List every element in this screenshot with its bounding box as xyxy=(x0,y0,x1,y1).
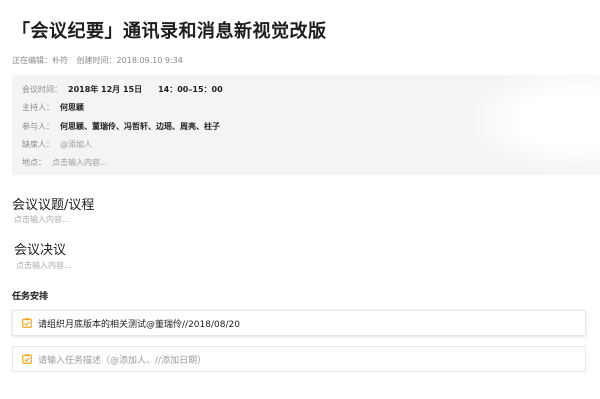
meeting-time-label: 会议时间： xyxy=(22,85,62,94)
agenda-input[interactable]: 点击输入内容... xyxy=(14,214,70,225)
absent-label: 缺席人： xyxy=(22,140,54,149)
resolution-input[interactable]: 点击输入内容... xyxy=(16,260,72,271)
host-label: 主持人： xyxy=(22,103,54,112)
participants-value[interactable]: 何思颖、董瑞伶、冯哲轩、边瑶、周亮、柱子 xyxy=(60,121,220,132)
meeting-time-value[interactable]: 2018年 12月 15日 14：00–15：00 xyxy=(68,84,223,95)
task-text[interactable]: 请组织月底版本的相关测试@董瑞伶//2018/08/20 xyxy=(38,317,240,330)
task-checkbox-icon xyxy=(22,354,32,364)
location-input[interactable]: 点击输入内容... xyxy=(52,157,108,168)
document-title[interactable]: 「会议纪要」通讯录和消息新视觉改版 xyxy=(12,17,327,43)
meeting-info-panel: 会议时间： 2018年 12月 15日 14：00–15：00 主持人： 何思颖 … xyxy=(12,75,600,175)
host-row[interactable]: 主持人： 何思颖 xyxy=(22,102,84,113)
participants-label: 参与人： xyxy=(22,122,54,131)
created-time: 创建时间：2018.09.10 9:34 xyxy=(76,56,183,65)
new-task-placeholder: 请输入任务描述（@添加人、//添加日期） xyxy=(38,355,207,366)
absent-row[interactable]: 缺席人： @添加人 xyxy=(22,139,92,150)
tasks-heading: 任务安排 xyxy=(12,292,49,302)
location-row[interactable]: 地点： 点击输入内容... xyxy=(22,157,108,168)
agenda-heading[interactable]: 会议议题/议程 xyxy=(12,194,94,213)
meeting-date: 2018年 12月 15日 xyxy=(68,85,143,94)
location-label: 地点： xyxy=(22,158,46,167)
host-value[interactable]: 何思颖 xyxy=(60,102,84,113)
resolution-heading[interactable]: 会议决议 xyxy=(14,239,66,258)
editing-status: 正在编辑：朴符 xyxy=(12,56,68,65)
meeting-time-row[interactable]: 会议时间： 2018年 12月 15日 14：00–15：00 xyxy=(22,84,223,95)
participants-row[interactable]: 参与人： 何思颖、董瑞伶、冯哲轩、边瑶、周亮、柱子 xyxy=(22,121,220,132)
new-task-input[interactable]: 请输入任务描述（@添加人、//添加日期） xyxy=(12,346,586,372)
task-checkbox-icon[interactable] xyxy=(22,318,32,328)
add-absent-person[interactable]: @添加人 xyxy=(60,139,92,150)
task-item[interactable]: 请组织月底版本的相关测试@董瑞伶//2018/08/20 xyxy=(12,310,586,336)
meeting-time-range: 14：00–15：00 xyxy=(158,85,223,94)
document-meta: 正在编辑：朴符 创建时间：2018.09.10 9:34 xyxy=(12,55,189,66)
